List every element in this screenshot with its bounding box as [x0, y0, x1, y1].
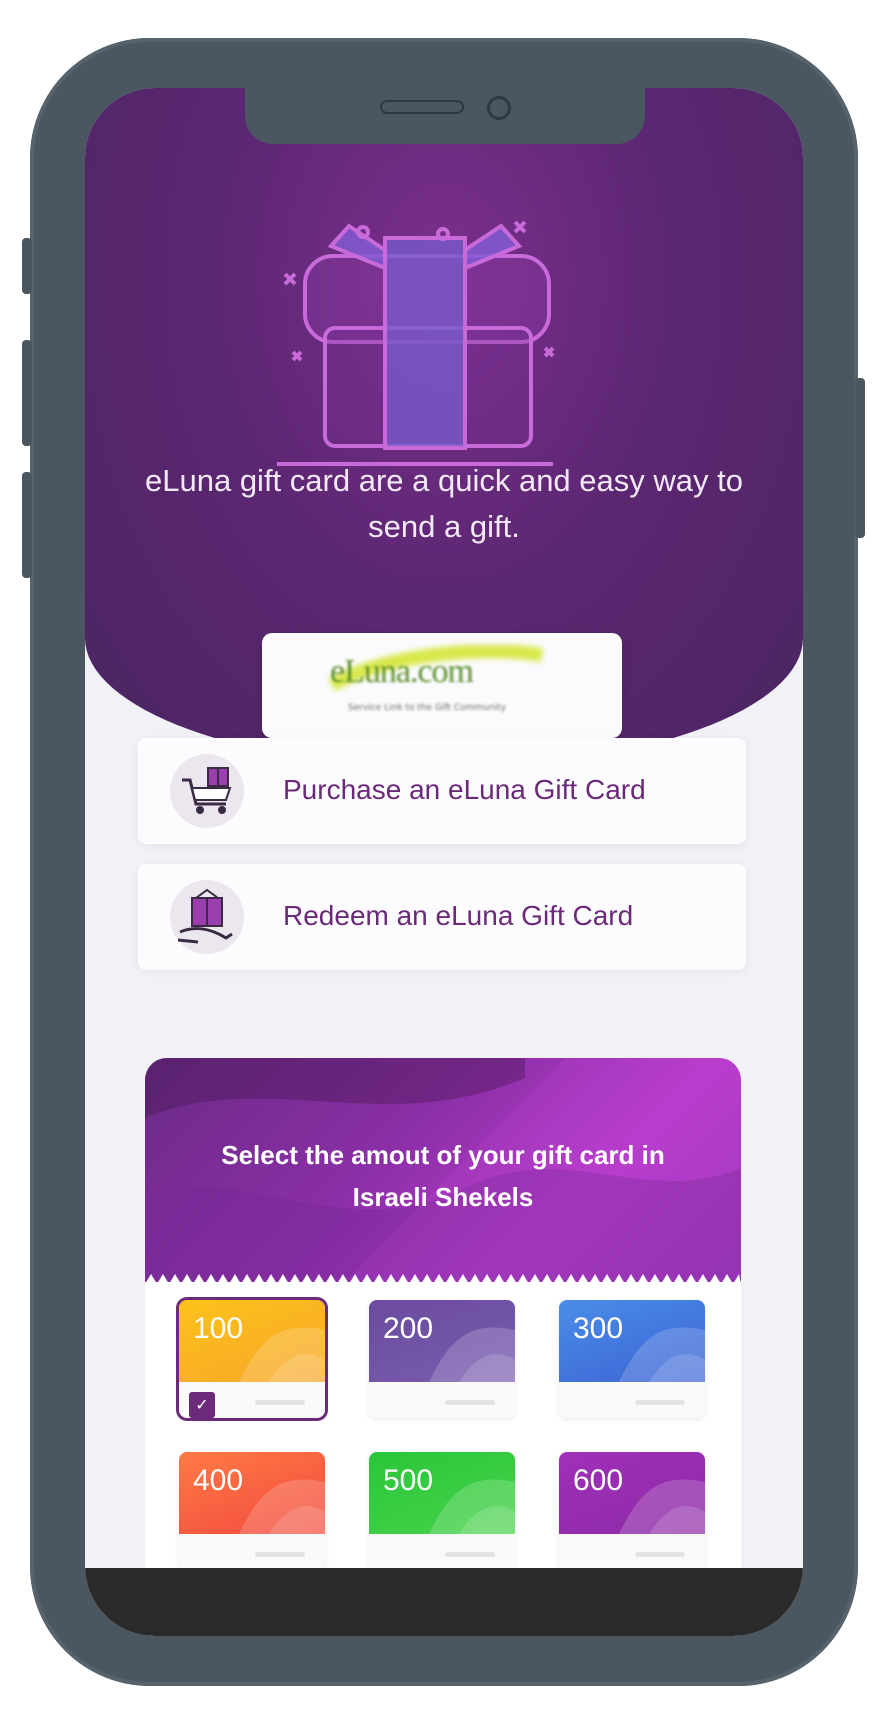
bottom-bar	[85, 1568, 803, 1636]
placeholder-line	[445, 1552, 495, 1557]
placeholder-line	[255, 1552, 305, 1557]
volume-up-button	[22, 340, 32, 446]
zigzag-edge	[145, 1274, 741, 1284]
gift-box-icon	[277, 220, 555, 466]
amount-selection-panel: Select the amout of your gift card in Is…	[145, 1058, 741, 1636]
amount-title: Select the amout of your gift card in Is…	[221, 1140, 665, 1212]
amount-option-value: 500	[383, 1464, 434, 1497]
purchase-gift-card-button[interactable]: Purchase an eLuna Gift Card	[138, 738, 746, 844]
amount-option-value: 200	[383, 1312, 434, 1345]
hand-gift-icon	[170, 880, 244, 954]
amount-option-100[interactable]: 100 ✓	[179, 1300, 325, 1418]
placeholder-line	[635, 1400, 685, 1405]
redeem-gift-card-label: Redeem an eLuna Gift Card	[283, 900, 634, 931]
speaker-grille	[380, 100, 464, 114]
placeholder-line	[445, 1400, 495, 1405]
amount-option-400[interactable]: 400	[179, 1452, 325, 1570]
power-button	[855, 378, 865, 538]
amount-header: Select the amout of your gift card in Is…	[145, 1058, 741, 1282]
brand-logo-card: eLuna.com Service Link to the Gift Commu…	[262, 633, 622, 738]
cart-gift-icon	[170, 754, 244, 828]
brand-logo-text: eLuna.com	[330, 653, 474, 690]
mute-switch	[22, 238, 32, 294]
brand-logo-tagline: Service Link to the Gift Community	[348, 703, 506, 713]
amount-option-300[interactable]: 300	[559, 1300, 705, 1418]
volume-down-button	[22, 472, 32, 578]
redeem-gift-card-button[interactable]: Redeem an eLuna Gift Card	[138, 864, 746, 970]
hero-text: eLuna gift card are a quick and easy way…	[145, 463, 743, 544]
amount-option-600[interactable]: 600	[559, 1452, 705, 1570]
amount-option-value: 300	[573, 1312, 624, 1345]
amount-option-200[interactable]: 200	[369, 1300, 515, 1418]
checkbox-checked-icon: ✓	[189, 1392, 215, 1418]
placeholder-line	[635, 1552, 685, 1557]
phone-screen: eLuna gift card are a quick and easy way…	[85, 88, 803, 1636]
amount-option-value: 100	[193, 1312, 244, 1345]
amount-option-value: 600	[573, 1464, 624, 1497]
purchase-gift-card-label: Purchase an eLuna Gift Card	[283, 774, 646, 805]
amount-option-500[interactable]: 500	[369, 1452, 515, 1570]
front-camera	[487, 96, 511, 120]
phone-notch	[245, 88, 645, 144]
amount-option-value: 400	[193, 1464, 244, 1497]
placeholder-line	[255, 1400, 305, 1405]
